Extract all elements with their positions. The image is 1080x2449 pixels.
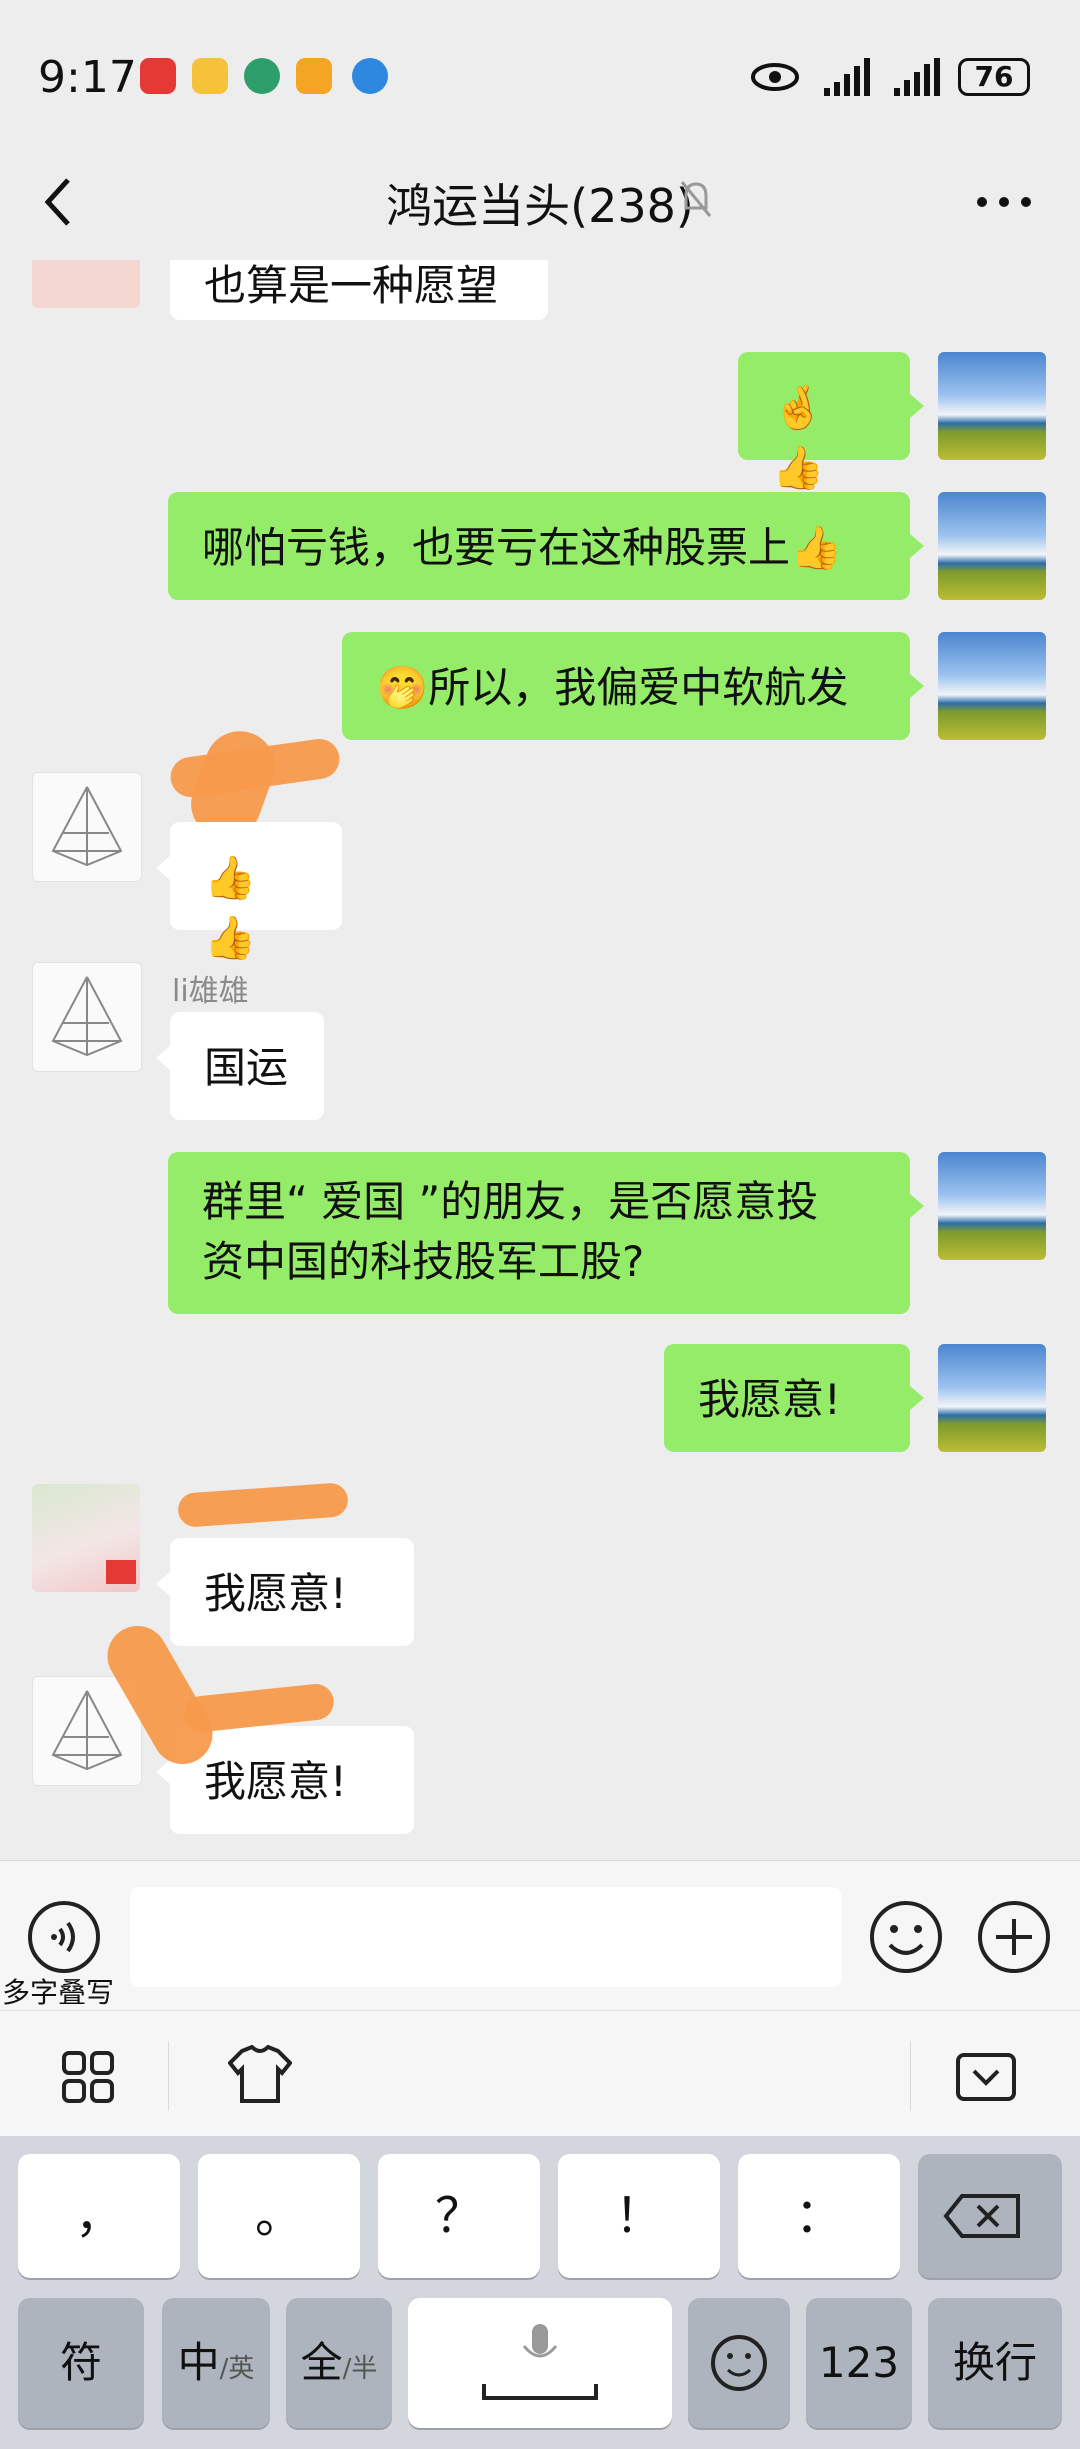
message-bubble[interactable]: 🤞👍 <box>738 352 910 492</box>
flag-icon <box>106 1560 136 1584</box>
handwriting-mode-label[interactable]: 多字叠写 <box>2 1971 114 2011</box>
message-text: 我愿意! <box>204 1757 347 1806</box>
message-text: 🤭所以，我偏爱中软航发 <box>376 663 849 712</box>
key-space-voice[interactable] <box>408 2298 672 2428</box>
message-text: 我愿意! <box>698 1375 841 1424</box>
avatar[interactable] <box>938 352 1046 460</box>
bubble-tail <box>156 1760 170 1784</box>
bank-icon <box>244 58 280 94</box>
avatar[interactable] <box>32 1484 140 1592</box>
key-width-main: 全 <box>300 2338 343 2387</box>
key-colon[interactable]: ： <box>738 2154 900 2278</box>
key-lang-switch[interactable]: 中/英 <box>162 2298 270 2428</box>
bubble-tail <box>156 856 170 880</box>
key-width-switch[interactable]: 全/半 <box>286 2298 392 2428</box>
bubble-tail <box>910 1194 924 1218</box>
key-lang-main: 中 <box>177 2338 220 2387</box>
key-backspace[interactable] <box>918 2154 1062 2278</box>
smiley-icon[interactable] <box>868 1899 944 1975</box>
battery-level: 76 <box>974 60 1014 93</box>
message-bubble[interactable]: 群里“ 爱国 ”的朋友，是否愿意投 资中国的科技股军工股? <box>168 1152 910 1314</box>
avatar[interactable] <box>32 962 142 1072</box>
sender-nickname: li雄雄 <box>172 974 249 1009</box>
message-text: 群里“ 爱国 ”的朋友，是否愿意投 <box>202 1177 819 1226</box>
key-question[interactable]: ？ <box>378 2154 540 2278</box>
message-text: 国运 <box>204 1043 289 1092</box>
weibo-icon <box>192 58 228 94</box>
bubble-tail <box>156 1572 170 1596</box>
signal-icon <box>824 58 870 96</box>
bubble-tail <box>910 394 924 418</box>
geometry-avatar-icon <box>51 786 123 867</box>
message-text: 哪怕亏钱，也要亏在这种股票上👍 <box>202 523 843 572</box>
message-text: 资中国的科技股军工股? <box>202 1237 645 1286</box>
avatar[interactable] <box>32 260 140 308</box>
chat-area[interactable]: 也算是一种愿望 🤞👍 哪怕亏钱，也要亏在这种股票上👍 🤭所以，我偏爱中软航发 👍… <box>0 260 1080 1860</box>
input-bar: 多字叠写 <box>0 1860 1080 2011</box>
eye-icon <box>751 63 799 91</box>
chat-header: 鸿运当头(238) <box>0 150 1080 260</box>
key-exclamation[interactable]: ！ <box>558 2154 720 2278</box>
message-bubble[interactable]: 我愿意! <box>170 1538 414 1646</box>
message-bubble[interactable]: 国运 <box>170 1012 324 1120</box>
avatar[interactable] <box>938 492 1046 600</box>
bubble-tail <box>910 534 924 558</box>
status-bar: 9:17 76 <box>0 0 1080 150</box>
more-dots-icon[interactable] <box>976 194 1032 210</box>
skin-shirt-icon[interactable] <box>228 2045 292 2105</box>
keyboard-toolbar <box>0 2010 1080 2137</box>
bell-muted-icon <box>680 181 712 217</box>
signal-icon <box>894 58 940 96</box>
message-text: 🤞👍 <box>772 383 825 492</box>
divider <box>168 2041 169 2111</box>
divider <box>910 2041 911 2111</box>
key-symbols[interactable]: 符 <box>18 2298 144 2428</box>
geometry-avatar-icon <box>51 976 123 1057</box>
huawei-app-icon <box>140 58 176 94</box>
backspace-icon <box>943 2194 1020 2238</box>
microphone-icon <box>482 2324 598 2400</box>
message-bubble[interactable]: 👍👍 <box>170 822 342 962</box>
key-lang-sub: /英 <box>219 2354 255 2384</box>
bubble-tail <box>156 1046 170 1070</box>
smiley-icon <box>711 2335 767 2391</box>
grid-apps-icon[interactable] <box>62 2051 114 2103</box>
battery-icon: 76 <box>958 58 1030 96</box>
message-text: 也算是一种愿望 <box>204 261 499 310</box>
browser-icon <box>352 58 388 94</box>
key-emoji[interactable] <box>688 2298 790 2428</box>
key-enter[interactable]: 换行 <box>928 2298 1062 2428</box>
keyboard-hide-icon[interactable] <box>956 2053 1016 2101</box>
avatar[interactable] <box>938 632 1046 740</box>
status-time: 9:17 <box>38 52 137 103</box>
weibo-icon <box>296 58 332 94</box>
voice-icon[interactable] <box>26 1899 102 1975</box>
avatar[interactable] <box>32 772 142 882</box>
message-bubble[interactable]: 也算是一种愿望 <box>170 260 548 320</box>
key-width-sub: /半 <box>342 2354 378 2384</box>
key-period[interactable]: 。 <box>198 2154 360 2278</box>
message-text: 👍👍 <box>204 853 257 962</box>
key-numbers[interactable]: 123 <box>806 2298 912 2428</box>
avatar[interactable] <box>938 1344 1046 1452</box>
avatar[interactable] <box>938 1152 1046 1260</box>
keyboard: ， 。 ？ ！ ： 符 中/英 全/半 123 换行 <box>0 2136 1080 2449</box>
chat-title: 鸿运当头(238) <box>386 179 694 233</box>
message-bubble[interactable]: 我愿意! <box>664 1344 910 1452</box>
message-bubble[interactable]: 🤭所以，我偏爱中软航发 <box>342 632 910 740</box>
bubble-tail <box>910 674 924 698</box>
message-input[interactable] <box>130 1887 842 1987</box>
message-text: 我愿意! <box>204 1569 347 1618</box>
bubble-tail <box>910 1386 924 1410</box>
key-comma[interactable]: ， <box>18 2154 180 2278</box>
plus-circle-icon[interactable] <box>976 1899 1052 1975</box>
redaction-scribble <box>177 1482 349 1528</box>
message-bubble[interactable]: 哪怕亏钱，也要亏在这种股票上👍 <box>168 492 910 600</box>
